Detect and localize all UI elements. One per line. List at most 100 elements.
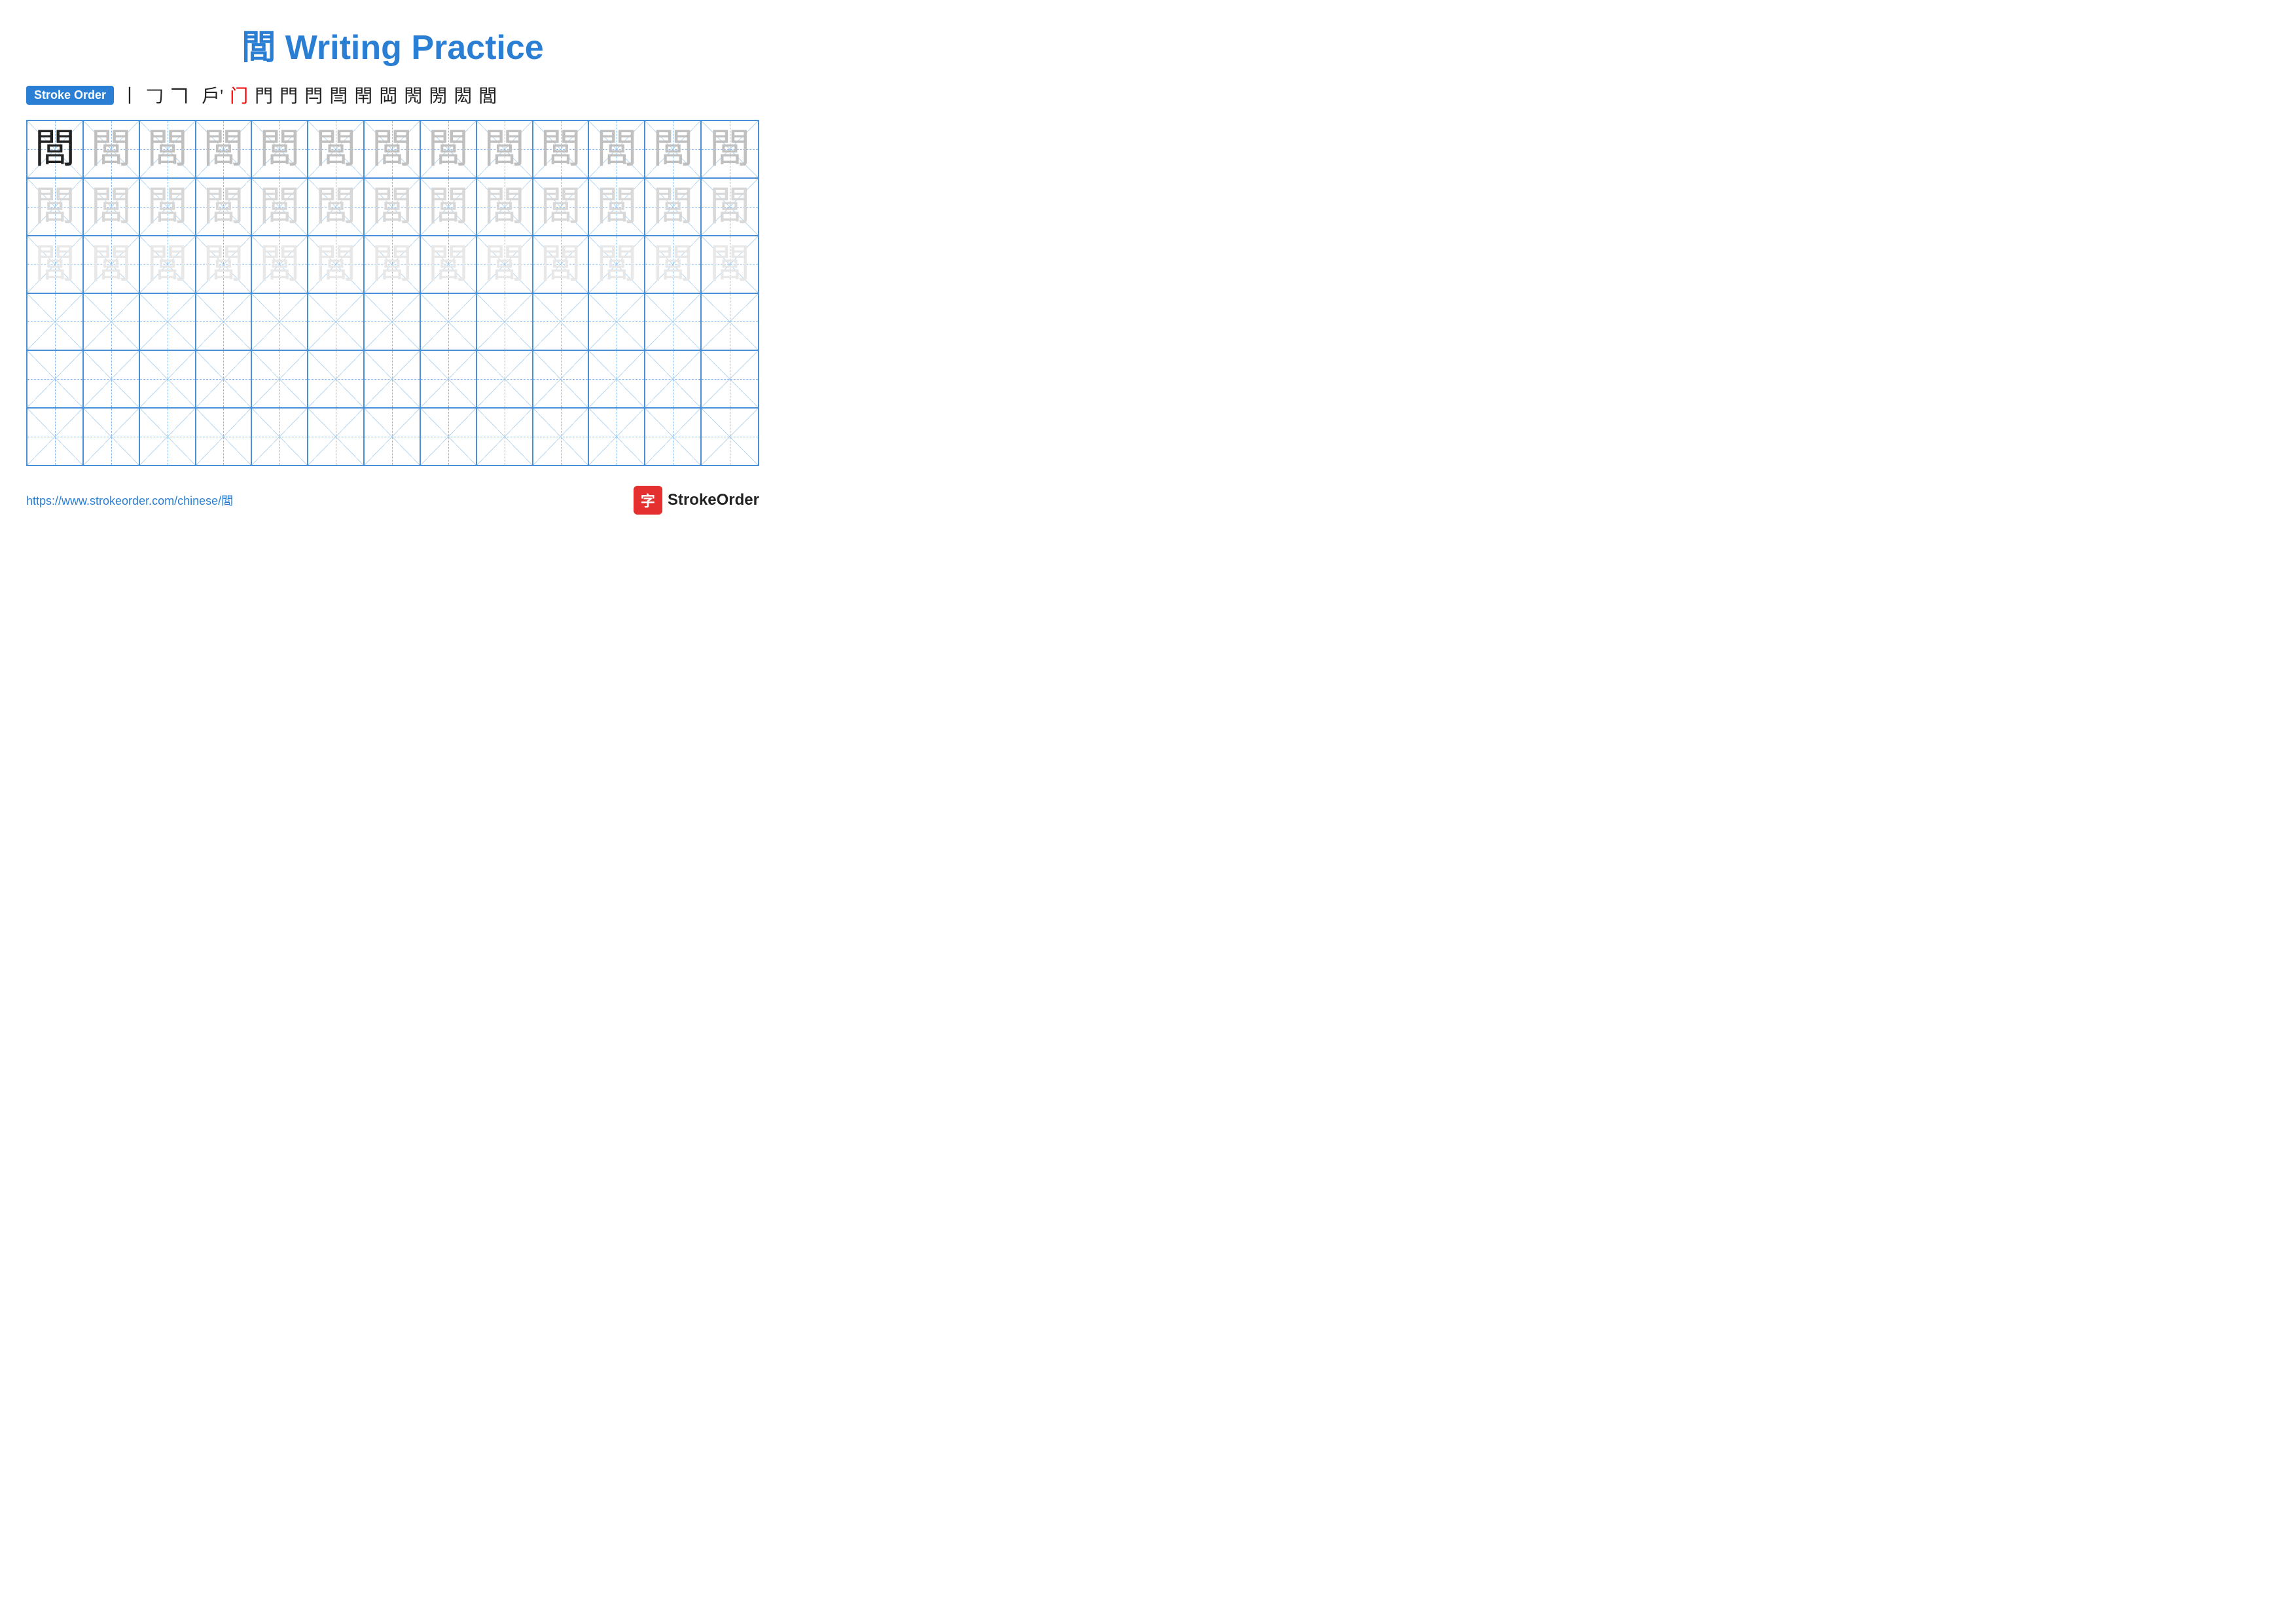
cell-6-4[interactable] xyxy=(196,409,253,465)
cell-5-4[interactable] xyxy=(196,351,253,407)
title-char: 閭 xyxy=(242,29,276,67)
cell-4-6[interactable] xyxy=(308,294,365,350)
cell-5-12[interactable] xyxy=(645,351,702,407)
stroke-13: 閌 xyxy=(404,82,422,108)
cell-2-2: 閭 xyxy=(84,179,140,235)
cell-4-3[interactable] xyxy=(140,294,196,350)
cell-6-8[interactable] xyxy=(421,409,477,465)
title-text: Writing Practice xyxy=(285,29,544,67)
cell-3-8: 閭 xyxy=(421,236,477,293)
cell-5-1[interactable] xyxy=(27,351,84,407)
footer: https://www.strokeorder.com/chinese/閭 字 … xyxy=(26,486,759,515)
cell-3-1: 閭 xyxy=(27,236,84,293)
cell-6-1[interactable] xyxy=(27,409,84,465)
cell-4-5[interactable] xyxy=(252,294,308,350)
cell-5-13[interactable] xyxy=(702,351,758,407)
cell-3-3: 閭 xyxy=(140,236,196,293)
cell-2-7: 閭 xyxy=(365,179,421,235)
cell-2-5: 閭 xyxy=(252,179,308,235)
cell-5-2[interactable] xyxy=(84,351,140,407)
stroke-7: 門 xyxy=(255,82,273,108)
cell-3-11: 閭 xyxy=(589,236,645,293)
cell-3-6: 閭 xyxy=(308,236,365,293)
stroke-2: 𠃌 xyxy=(145,82,164,108)
cell-3-9: 閭 xyxy=(477,236,533,293)
cell-1-12: 閭 xyxy=(645,121,702,177)
cell-2-1: 閭 xyxy=(27,179,84,235)
cell-1-2: 閭 xyxy=(84,121,140,177)
grid-row-6 xyxy=(27,409,758,465)
cell-4-7[interactable] xyxy=(365,294,421,350)
cell-5-6[interactable] xyxy=(308,351,365,407)
cell-6-10[interactable] xyxy=(533,409,590,465)
cell-6-3[interactable] xyxy=(140,409,196,465)
stroke-16: 閭 xyxy=(478,82,497,108)
cell-3-7: 閭 xyxy=(365,236,421,293)
cell-6-7[interactable] xyxy=(365,409,421,465)
stroke-12: 閊 xyxy=(379,82,397,108)
cell-1-13: 閭 xyxy=(702,121,758,177)
cell-1-7: 閭 xyxy=(365,121,421,177)
cell-1-3: 閭 xyxy=(140,121,196,177)
cell-6-6[interactable] xyxy=(308,409,365,465)
stroke-9: 閂 xyxy=(304,82,323,108)
cell-6-9[interactable] xyxy=(477,409,533,465)
stroke-15: 閎 xyxy=(454,82,472,108)
cell-4-4[interactable] xyxy=(196,294,253,350)
cell-6-2[interactable] xyxy=(84,409,140,465)
cell-1-9: 閭 xyxy=(477,121,533,177)
stroke-order-badge: Stroke Order xyxy=(26,86,114,105)
cell-4-8[interactable] xyxy=(421,294,477,350)
cell-6-11[interactable] xyxy=(589,409,645,465)
cell-5-7[interactable] xyxy=(365,351,421,407)
cell-2-11: 閭 xyxy=(589,179,645,235)
grid-row-4 xyxy=(27,294,758,352)
grid-row-1: 閭 閭 閭 閭 閭 閭 閭 閭 閭 閭 閭 閭 閭 xyxy=(27,121,758,179)
cell-3-4: 閭 xyxy=(196,236,253,293)
cell-4-1[interactable] xyxy=(27,294,84,350)
cell-5-3[interactable] xyxy=(140,351,196,407)
cell-2-12: 閭 xyxy=(645,179,702,235)
cell-4-10[interactable] xyxy=(533,294,590,350)
logo-name: StrokeOrder xyxy=(668,491,759,509)
cell-6-5[interactable] xyxy=(252,409,308,465)
stroke-5: 戶' xyxy=(202,82,223,108)
cell-2-9: 閭 xyxy=(477,179,533,235)
cell-3-5: 閭 xyxy=(252,236,308,293)
cell-1-4: 閭 xyxy=(196,121,253,177)
cell-4-12[interactable] xyxy=(645,294,702,350)
stroke-14: 閍 xyxy=(429,82,447,108)
logo-icon: 字 xyxy=(634,486,662,515)
cell-6-12[interactable] xyxy=(645,409,702,465)
stroke-3: 𠃍 xyxy=(170,82,188,108)
cell-5-11[interactable] xyxy=(589,351,645,407)
cell-1-5: 閭 xyxy=(252,121,308,177)
page-title: 閭 Writing Practice xyxy=(242,29,543,67)
cell-1-10: 閭 xyxy=(533,121,590,177)
cell-5-10[interactable] xyxy=(533,351,590,407)
cell-3-12: 閭 xyxy=(645,236,702,293)
cell-4-2[interactable] xyxy=(84,294,140,350)
logo-char: 字 xyxy=(641,490,655,511)
page-title-section: 閭 Writing Practice xyxy=(26,20,759,69)
cell-2-3: 閭 xyxy=(140,179,196,235)
footer-url: https://www.strokeorder.com/chinese/閭 xyxy=(26,492,233,509)
cell-5-8[interactable] xyxy=(421,351,477,407)
cell-4-13[interactable] xyxy=(702,294,758,350)
cell-6-13[interactable] xyxy=(702,409,758,465)
stroke-11: 閈 xyxy=(354,82,372,108)
cell-3-10: 閭 xyxy=(533,236,590,293)
stroke-10: 閆 xyxy=(329,82,348,108)
cell-3-2: 閭 xyxy=(84,236,140,293)
cell-2-4: 閭 xyxy=(196,179,253,235)
grid-row-2: 閭 閭 閭 閭 閭 閭 閭 閭 閭 閭 閭 閭 閭 xyxy=(27,179,758,236)
cell-1-8: 閭 xyxy=(421,121,477,177)
cell-5-9[interactable] xyxy=(477,351,533,407)
stroke-6: 门 xyxy=(230,82,248,108)
char-dark: 閭 xyxy=(35,129,75,170)
cell-5-5[interactable] xyxy=(252,351,308,407)
cell-4-9[interactable] xyxy=(477,294,533,350)
cell-4-11[interactable] xyxy=(589,294,645,350)
cell-2-8: 閭 xyxy=(421,179,477,235)
practice-grid: 閭 閭 閭 閭 閭 閭 閭 閭 閭 閭 閭 閭 閭 閭 閭 閭 閭 閭 閭 閭 … xyxy=(26,120,759,466)
